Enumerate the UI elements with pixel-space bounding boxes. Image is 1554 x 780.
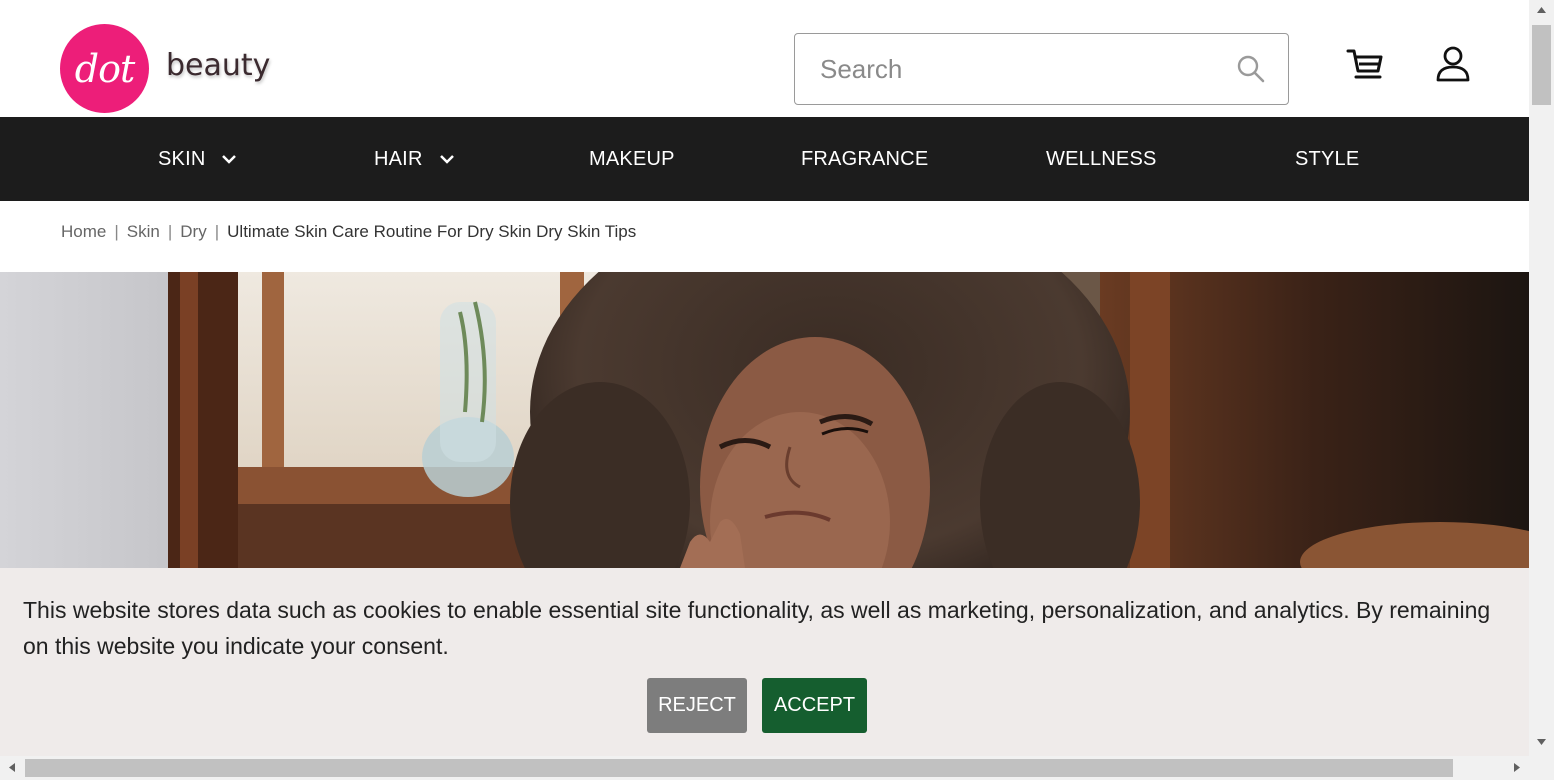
nav-label: HAIR [374,147,423,170]
hero-illustration [0,272,1529,568]
horizontal-scroll-thumb[interactable] [25,759,1453,777]
reject-button[interactable]: REJECT [647,678,747,733]
brand-logo[interactable]: dot beauty [60,24,270,113]
cookie-banner: This website stores data such as cookies… [0,568,1529,756]
nav-label: STYLE [1295,147,1360,170]
nav-item-makeup[interactable]: MAKEUP [589,117,675,201]
breadcrumb-skin[interactable]: Skin [127,222,160,242]
nav-label: WELLNESS [1046,147,1157,170]
vertical-scrollbar[interactable] [1529,0,1554,756]
breadcrumb-dry[interactable]: Dry [180,222,206,242]
nav-item-fragrance[interactable]: FRAGRANCE [801,117,928,201]
chevron-down-icon [439,155,454,164]
nav-label: FRAGRANCE [801,147,929,170]
nav-label: SKIN [158,147,206,170]
scroll-down-icon[interactable] [1537,739,1546,745]
scroll-right-icon[interactable] [1514,763,1520,772]
site-header: dot beauty Search [0,0,1529,117]
scrollbar-corner [1529,756,1554,780]
cookie-message: This website stores data such as cookies… [23,597,1491,659]
breadcrumb-home[interactable]: Home [61,222,106,242]
nav-item-skin[interactable]: SKIN [158,117,237,201]
nav-item-style[interactable]: STYLE [1295,117,1359,201]
breadcrumb-separator: | [114,222,119,241]
nav-item-hair[interactable]: HAIR [374,117,455,201]
search-placeholder: Search [820,53,903,84]
main-nav: SKIN HAIR MAKEUP FRAGRANCE WELLNESS STYL… [0,117,1529,201]
logo-mark: dot [60,24,149,113]
scroll-left-icon[interactable] [9,763,15,772]
cart-icon[interactable] [1345,45,1385,85]
breadcrumb-separator: | [214,222,220,241]
breadcrumb: Home | Skin | Dry | Ultimate Skin Care R… [61,222,636,242]
nav-label: MAKEUP [589,147,675,170]
logo-wordmark: beauty [166,48,271,83]
search-input[interactable]: Search [794,33,1289,105]
user-icon[interactable] [1435,45,1471,83]
accept-button[interactable]: ACCEPT [762,678,867,733]
scroll-up-icon[interactable] [1537,7,1546,13]
nav-item-wellness[interactable]: WELLNESS [1046,117,1157,201]
breadcrumb-current: Ultimate Skin Care Routine For Dry Skin … [227,222,637,241]
vertical-scroll-thumb[interactable] [1532,25,1551,105]
hero-image [0,272,1529,568]
breadcrumb-separator: | [167,222,173,241]
horizontal-scrollbar[interactable] [0,756,1529,780]
chevron-down-icon [222,155,237,164]
search-icon[interactable] [1236,54,1266,84]
